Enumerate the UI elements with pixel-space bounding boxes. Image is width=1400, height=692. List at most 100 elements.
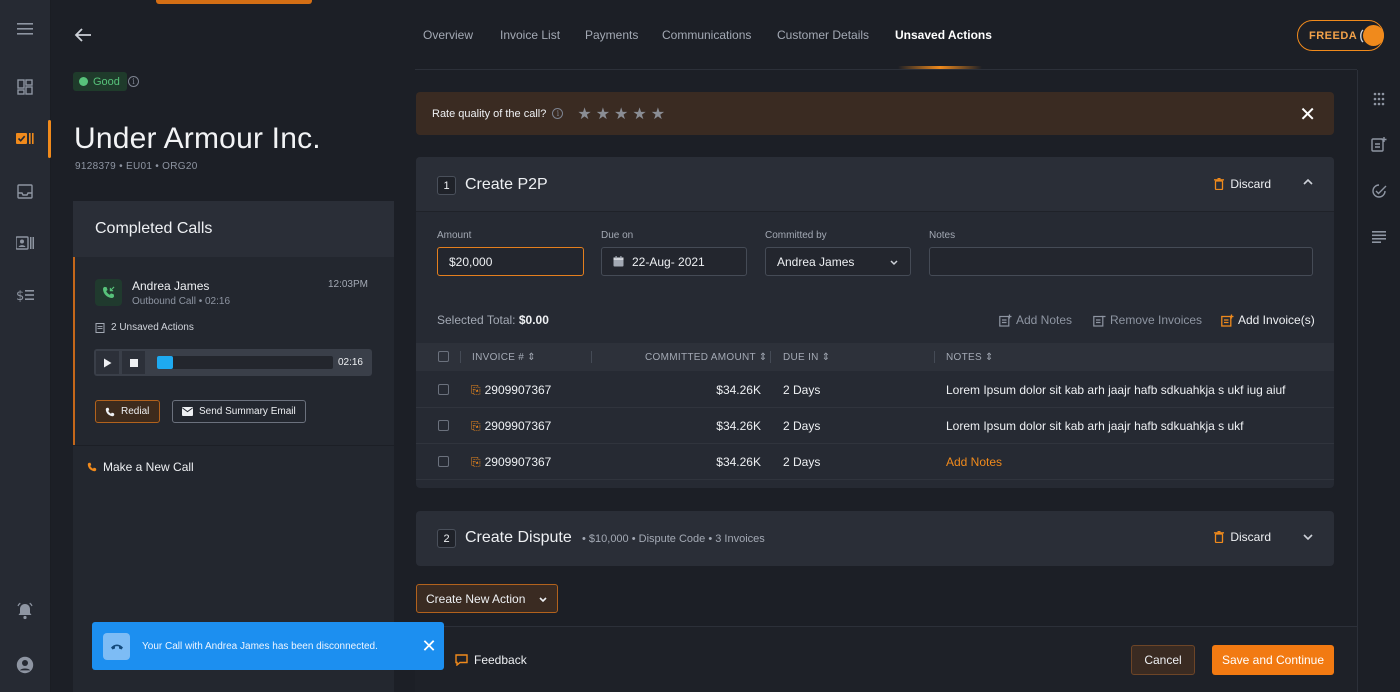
- close-icon[interactable]: ✕: [1299, 102, 1316, 127]
- redial-button[interactable]: Redial: [95, 400, 161, 423]
- table-row[interactable]: ⎘ 2909907367 $34.26K 2 Days Lorem Ipsum d…: [416, 408, 1334, 444]
- discard-button[interactable]: Discard: [1214, 177, 1271, 191]
- chevron-up-icon[interactable]: [1302, 176, 1314, 191]
- tab-payments[interactable]: Payments: [585, 28, 638, 42]
- column-due-in[interactable]: DUE IN ⇕: [783, 352, 830, 363]
- remove-invoices-label: Remove Invoices: [1110, 313, 1203, 327]
- column-divider: [591, 351, 592, 363]
- selected-total-label: Selected Total:: [437, 313, 516, 327]
- user-avatar-icon[interactable]: [14, 654, 36, 676]
- row-checkbox[interactable]: [438, 384, 449, 395]
- info-icon[interactable]: i: [128, 76, 139, 87]
- column-divider: [770, 351, 771, 363]
- back-arrow-icon[interactable]: [72, 24, 96, 46]
- action-number: 2: [437, 529, 456, 548]
- table-row[interactable]: ⎘ 2909907367 $34.26K 2 Days Lorem Ipsum d…: [416, 372, 1334, 408]
- apps-grid-icon[interactable]: [1370, 90, 1388, 108]
- cancel-button[interactable]: Cancel: [1131, 645, 1195, 675]
- due-on-field[interactable]: 22-Aug- 2021: [601, 247, 747, 276]
- feedback-icon: [455, 654, 468, 666]
- create-new-action-label: Create New Action: [426, 591, 526, 606]
- create-dispute-card[interactable]: 2 Create Dispute • $10,000 • Dispute Cod…: [416, 511, 1334, 566]
- play-button[interactable]: [96, 351, 119, 374]
- tab-invoice-list[interactable]: Invoice List: [500, 28, 560, 42]
- info-icon[interactable]: i: [552, 108, 564, 119]
- column-invoice[interactable]: INVOICE # ⇕: [472, 352, 536, 363]
- create-p2p-header[interactable]: 1 Create P2P Discard: [416, 157, 1334, 212]
- chevron-down-icon[interactable]: [1302, 531, 1314, 546]
- select-all-checkbox[interactable]: [438, 351, 449, 362]
- playback-track[interactable]: [157, 356, 333, 369]
- make-new-call-link[interactable]: Make a New Call: [87, 460, 194, 474]
- add-note-icon[interactable]: [1370, 135, 1388, 153]
- send-summary-email-button[interactable]: Send Summary Email: [172, 400, 306, 423]
- unsaved-actions-link[interactable]: 2 Unsaved Actions: [95, 322, 194, 333]
- attachment-icon: ⎘: [471, 419, 481, 433]
- star-icon[interactable]: ★: [632, 104, 646, 124]
- due-in: 2 Days: [783, 419, 821, 433]
- tab-customer-details[interactable]: Customer Details: [777, 28, 869, 42]
- remove-invoices-button[interactable]: Remove Invoices: [1093, 313, 1202, 327]
- trash-icon: [1214, 178, 1225, 190]
- invoice-number[interactable]: ⎘ 2909907367: [471, 419, 551, 434]
- column-divider: [460, 351, 461, 363]
- rate-call-label: Rate quality of the call?: [432, 107, 547, 120]
- task-check-icon[interactable]: [1370, 182, 1388, 200]
- row-checkbox[interactable]: [438, 456, 449, 467]
- toast-message: Your Call with Andrea James has been dis…: [142, 640, 378, 652]
- status-badge: Good: [73, 72, 127, 91]
- column-notes[interactable]: NOTES ⇕: [946, 352, 994, 363]
- close-icon[interactable]: ✕: [414, 636, 444, 657]
- dashboard-icon[interactable]: [14, 76, 36, 98]
- freeda-assistant-button[interactable]: FREEDA: [1297, 20, 1384, 51]
- contacts-icon[interactable]: [14, 232, 36, 254]
- feedback-button[interactable]: Feedback: [455, 653, 527, 667]
- notes-field[interactable]: [929, 247, 1313, 276]
- row-checkbox[interactable]: [438, 420, 449, 431]
- active-indicator: [48, 120, 51, 158]
- invoice-number[interactable]: ⎘ 2909907367: [471, 455, 551, 470]
- column-committed-amount[interactable]: COMMITTED AMOUNT ⇕: [645, 352, 768, 363]
- row-notes: Lorem Ipsum dolor sit kab arh jaajr hafb…: [946, 419, 1244, 433]
- caller-name: Andrea James: [132, 279, 210, 293]
- star-icon[interactable]: ★: [651, 104, 665, 124]
- tab-unsaved-actions[interactable]: Unsaved Actions: [895, 28, 992, 42]
- add-notes-button[interactable]: Add Notes: [999, 313, 1072, 327]
- phone-icon: [105, 407, 115, 416]
- selected-total-value: $0.00: [518, 313, 549, 327]
- star-icon[interactable]: ★: [596, 104, 610, 124]
- add-notes-link[interactable]: Add Notes: [946, 455, 1002, 469]
- chevron-down-icon: [890, 259, 898, 265]
- add-invoices-label: Add Invoice(s): [1238, 313, 1315, 327]
- worklist-icon[interactable]: [14, 128, 36, 150]
- discard-button[interactable]: Discard: [1214, 530, 1271, 544]
- create-new-action-button[interactable]: Create New Action: [416, 584, 558, 613]
- remove-invoice-icon: [1093, 315, 1106, 327]
- star-rating: ★ ★ ★ ★ ★: [577, 104, 665, 124]
- stop-button[interactable]: [122, 351, 145, 374]
- table-row[interactable]: ⎘ 2909907367 $34.26K 2 Days Add Notes: [416, 444, 1334, 480]
- committed-by-select[interactable]: Andrea James: [765, 247, 911, 276]
- notification-bell-icon[interactable]: [14, 600, 36, 622]
- selected-total: Selected Total: $0.00: [437, 313, 549, 327]
- save-and-continue-button[interactable]: Save and Continue: [1212, 645, 1334, 675]
- attachment-icon: ⎘: [471, 383, 481, 397]
- star-icon[interactable]: ★: [614, 104, 628, 124]
- chevron-down-icon: [539, 596, 547, 602]
- amount-field[interactable]: $20,000: [437, 247, 584, 276]
- star-icon[interactable]: ★: [577, 104, 591, 124]
- invoice-number[interactable]: ⎘ 2909907367: [471, 383, 551, 398]
- inbox-icon[interactable]: [14, 180, 36, 202]
- send-summary-email-label: Send Summary Email: [199, 406, 296, 417]
- tab-communications[interactable]: Communications: [662, 28, 751, 42]
- document-icon: [95, 322, 105, 333]
- call-recording-player: 02:16: [94, 349, 372, 376]
- tab-overview[interactable]: Overview: [423, 28, 473, 42]
- add-invoices-button[interactable]: Add Invoice(s): [1221, 313, 1315, 327]
- list-icon[interactable]: [1370, 228, 1388, 246]
- menu-icon[interactable]: [14, 18, 36, 40]
- call-selected-bar: [73, 257, 75, 445]
- billing-icon[interactable]: $: [14, 284, 36, 306]
- rate-call-bar: Rate quality of the call? i ★ ★ ★ ★ ★ ✕: [416, 92, 1334, 135]
- right-rail: [1357, 70, 1400, 692]
